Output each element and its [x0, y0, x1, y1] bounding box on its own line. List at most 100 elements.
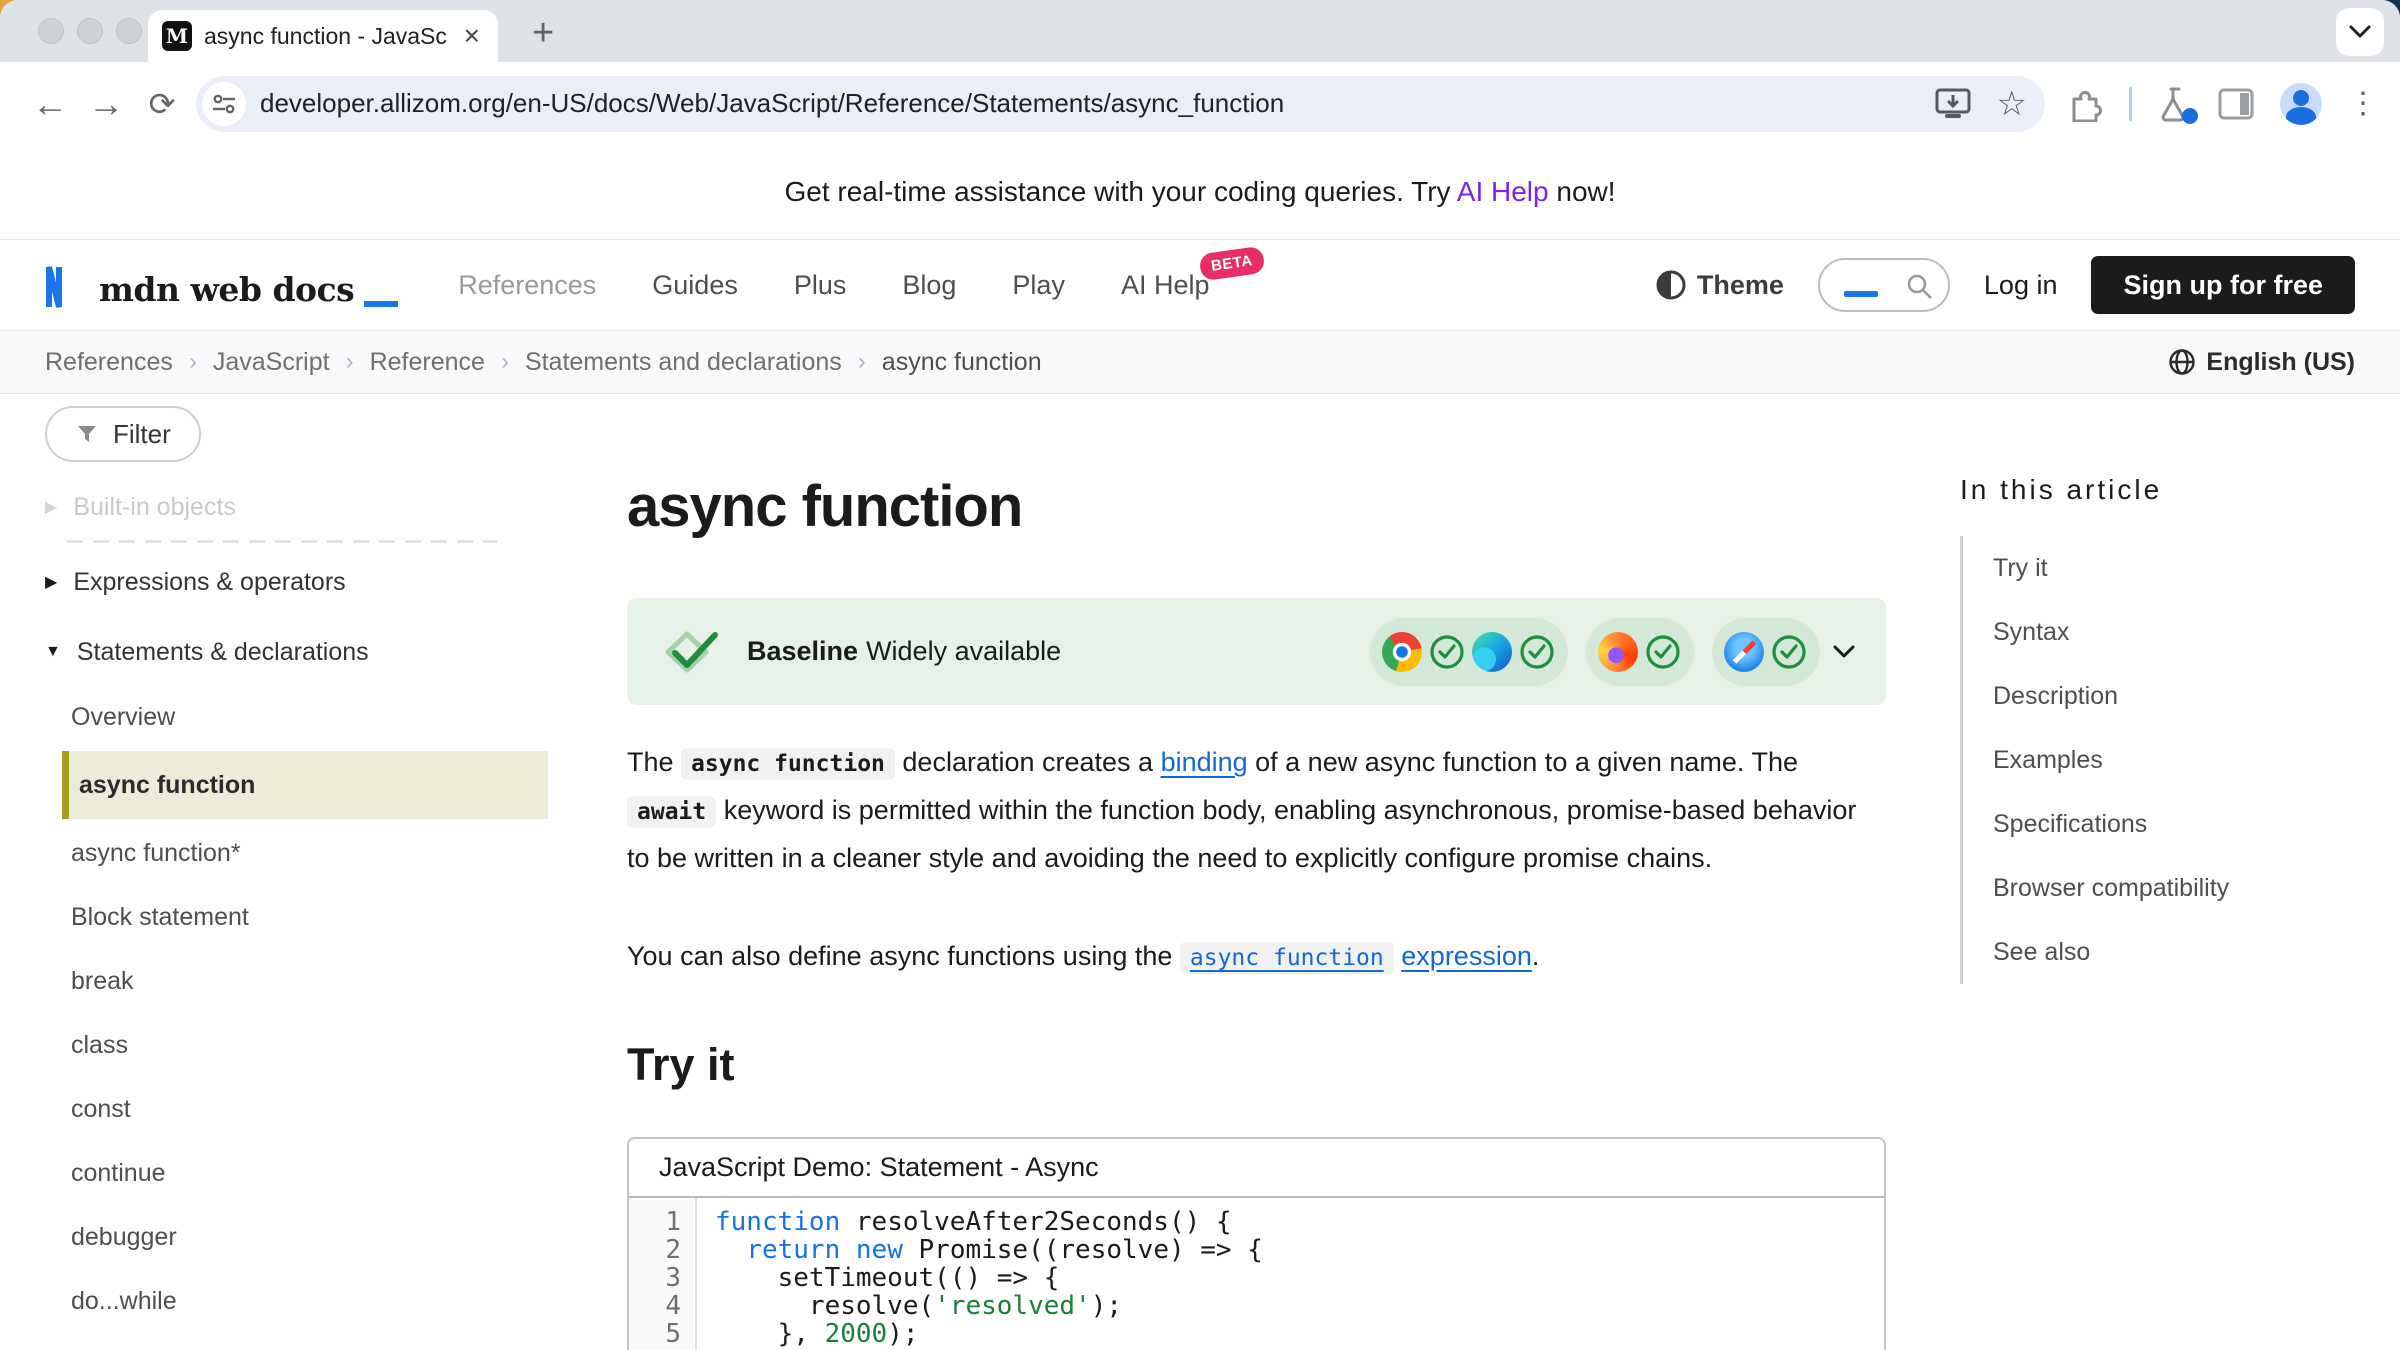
browser-toolbar: ← → ⟳ developer.allizom.org/en-US/docs/W…: [0, 62, 2400, 145]
side-panel-icon[interactable]: [2218, 88, 2254, 120]
text-link[interactable]: expression: [1401, 941, 1532, 971]
toc-item-specifications[interactable]: Specifications: [1993, 792, 2390, 856]
toc-item-see-also[interactable]: See also: [1993, 920, 2390, 984]
profile-avatar[interactable]: [2280, 83, 2322, 125]
theme-button[interactable]: Theme: [1655, 269, 1784, 301]
browser-support-pill: [1586, 618, 1694, 686]
toc-title: In this article: [1960, 474, 2390, 506]
inline-code: async function: [681, 748, 895, 780]
nav-item-ai-help[interactable]: AI HelpBETA: [1121, 270, 1210, 301]
sidebar-section-built-in-objects[interactable]: ▶Built-in objects: [45, 476, 580, 538]
sidebar-item-continue[interactable]: continue: [45, 1141, 580, 1205]
text-link[interactable]: binding: [1161, 747, 1248, 777]
url-text[interactable]: developer.allizom.org/en-US/docs/Web/Jav…: [260, 88, 1915, 119]
sidebar-filter-button[interactable]: Filter: [45, 406, 201, 462]
text-link[interactable]: AI Help: [1457, 176, 1549, 207]
code-line: function resolveAfter2Seconds() {: [715, 1208, 1884, 1236]
sidebar-item-do-while[interactable]: do...while: [45, 1269, 580, 1333]
breadcrumb-item-references[interactable]: References: [45, 348, 173, 377]
sidebar-item-overview[interactable]: Overview: [45, 685, 580, 749]
firefox-icon: [1598, 632, 1638, 672]
baseline-banner[interactable]: BaselineWidely available: [627, 598, 1886, 705]
nav-item-label: Plus: [794, 270, 847, 300]
language-switcher[interactable]: English (US): [2168, 348, 2355, 377]
back-button[interactable]: ←: [22, 83, 78, 125]
sidebar-section-expressions-operators[interactable]: ▶Expressions & operators: [45, 551, 580, 613]
forward-button[interactable]: →: [78, 83, 134, 125]
nav-item-play[interactable]: Play: [1012, 270, 1065, 301]
breadcrumb-item-javascript[interactable]: JavaScript: [213, 348, 330, 377]
bookmark-star-icon[interactable]: ☆: [1997, 87, 2027, 121]
demo-code[interactable]: function resolveAfter2Seconds() { return…: [697, 1198, 1884, 1350]
search-caret: [1844, 291, 1878, 297]
site-info-icon[interactable]: [202, 82, 246, 126]
search-input[interactable]: [1818, 258, 1950, 312]
tab-strip: M async function - JavaScript | × +: [0, 0, 2400, 62]
browser-window: M async function - JavaScript | × + ← → …: [0, 0, 2400, 1350]
sidebar-item-block-statement[interactable]: Block statement: [45, 885, 580, 949]
sidebar-item-const[interactable]: const: [45, 1077, 580, 1141]
zoom-window-button[interactable]: [116, 18, 142, 44]
code-line: resolve('resolved');: [715, 1292, 1884, 1320]
baseline-logo-icon: [657, 628, 725, 676]
demo-editor[interactable]: 123456 function resolveAfter2Seconds() {…: [629, 1198, 1884, 1350]
nav-item-label: AI Help: [1121, 270, 1210, 300]
globe-icon: [2168, 348, 2196, 376]
expression-paragraph: You can also define async functions usin…: [627, 933, 1859, 981]
signup-button[interactable]: Sign up for free: [2091, 256, 2355, 314]
chevron-down-icon: [2349, 25, 2371, 39]
tab-close-icon[interactable]: ×: [460, 22, 484, 50]
reload-button[interactable]: ⟳: [134, 85, 190, 123]
sidebar-section-statements-declarations[interactable]: ▼Statements & declarations: [45, 621, 580, 683]
close-window-button[interactable]: [38, 18, 64, 44]
safari-icon: [1724, 632, 1764, 672]
nav-item-guides[interactable]: Guides: [652, 270, 738, 301]
support-check-icon: [1518, 633, 1556, 671]
header-nav: References Guides Plus Blog Play AI HelpBETA: [458, 270, 1209, 301]
search-icon: [1904, 271, 1934, 301]
breadcrumb-item-reference[interactable]: Reference: [370, 348, 485, 377]
sidebar-item-break[interactable]: break: [45, 949, 580, 1013]
sidebar-item-debugger[interactable]: debugger: [45, 1205, 580, 1269]
browser-menu-icon[interactable]: ⋮: [2348, 86, 2378, 121]
nav-item-blog[interactable]: Blog: [902, 270, 956, 301]
toc-item-syntax[interactable]: Syntax: [1993, 600, 2390, 664]
mdn-logo[interactable]: mdn web docs: [45, 261, 398, 309]
chevron-right-icon: ▶: [45, 572, 57, 592]
browser-tab[interactable]: M async function - JavaScript | ×: [148, 10, 498, 62]
toc-item-try-it[interactable]: Try it: [1993, 536, 2390, 600]
sidebar-sections: ▶Built-in objects ▶Expressions & operator…: [45, 476, 580, 1350]
code-line: }, 2000);: [715, 1320, 1884, 1348]
baseline-expand-button[interactable]: [1832, 644, 1856, 660]
toc-item-examples[interactable]: Examples: [1993, 728, 2390, 792]
line-number: 4: [629, 1292, 681, 1320]
line-number: 1: [629, 1208, 681, 1236]
chevron-down-icon: ▼: [45, 643, 61, 661]
chevron-right-icon: ▶: [45, 497, 57, 517]
language-label: English (US): [2206, 348, 2355, 377]
tab-search-button[interactable]: [2336, 8, 2384, 56]
sidebar-item-empty-statement[interactable]: Empty statement: [45, 1333, 580, 1350]
address-bar[interactable]: developer.allizom.org/en-US/docs/Web/Jav…: [196, 76, 2045, 132]
extensions-puzzle-icon[interactable]: [2067, 86, 2103, 122]
install-app-icon[interactable]: [1935, 88, 1971, 120]
breadcrumb-item-statements-and-declarations[interactable]: Statements and declarations: [525, 348, 842, 377]
new-tab-button[interactable]: +: [532, 12, 554, 55]
labs-flask-icon[interactable]: [2158, 86, 2192, 122]
minimize-window-button[interactable]: [77, 18, 103, 44]
nav-item-plus[interactable]: Plus: [794, 270, 847, 301]
breadcrumb-separator-icon: ›: [858, 348, 866, 376]
login-link[interactable]: Log in: [1984, 270, 2058, 301]
sidebar-item-async-function[interactable]: async function*: [45, 821, 580, 885]
code-link[interactable]: async function: [1180, 942, 1394, 974]
toolbar-separator: [2129, 87, 2132, 121]
toc-item-browser-compatibility[interactable]: Browser compatibility: [1993, 856, 2390, 920]
nav-item-label: Play: [1012, 270, 1065, 300]
breadcrumb-item-async-function[interactable]: async function: [882, 348, 1042, 377]
toc-item-description[interactable]: Description: [1993, 664, 2390, 728]
page-content: Filter ▶Built-in objects ▶Expressions & o…: [0, 394, 2400, 1350]
sidebar-item-class[interactable]: class: [45, 1013, 580, 1077]
sidebar-item-async-function[interactable]: async function: [62, 751, 548, 819]
nav-item-references[interactable]: References: [458, 270, 596, 301]
nav-item-label: References: [458, 270, 596, 300]
